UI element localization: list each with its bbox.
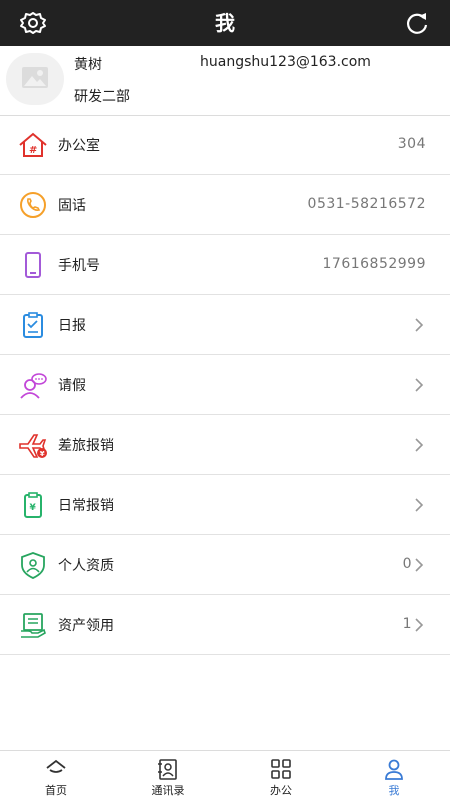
menu-label: 资产领用 (58, 618, 114, 634)
menu-item-qualification[interactable]: 个人资质 0 (0, 536, 450, 595)
office-icon: # (19, 132, 47, 157)
office-apps-icon (271, 759, 291, 779)
menu-value: 1 (402, 616, 412, 632)
svg-text:¥: ¥ (40, 450, 45, 458)
chevron-right-icon (415, 558, 424, 572)
menu-label: 差旅报销 (58, 438, 114, 454)
menu-item-daily-report[interactable]: 日报 (0, 296, 450, 355)
menu-value: 17616852999 (322, 256, 426, 272)
menu-label: 固话 (58, 198, 86, 214)
chevron-right-icon (415, 438, 424, 452)
tab-label: 首页 (45, 784, 67, 797)
menu-value: 304 (397, 136, 426, 152)
page-title: 我 (215, 11, 235, 35)
tab-home[interactable]: 首页 (0, 751, 112, 800)
mobile-icon (25, 252, 41, 278)
daily-report-icon (23, 312, 43, 338)
menu-item-asset[interactable]: 资产领用 1 (0, 596, 450, 655)
chevron-right-icon (415, 318, 424, 332)
contacts-icon (158, 759, 177, 780)
chevron-right-icon (415, 378, 424, 392)
menu-label: 手机号 (58, 258, 100, 274)
travel-expense-icon: ¥ (19, 434, 47, 458)
tab-office[interactable]: 办公 (225, 751, 337, 800)
menu-item-office[interactable]: # 办公室 304 (0, 116, 450, 175)
user-name: 黄树 (74, 57, 102, 73)
menu-item-mobile[interactable]: 手机号 17616852999 (0, 236, 450, 295)
chevron-right-icon (415, 498, 424, 512)
home-icon (46, 759, 66, 773)
menu-label: 个人资质 (58, 558, 114, 574)
menu-item-landline[interactable]: 固话 0531-58216572 (0, 176, 450, 235)
profile-icon (385, 759, 403, 780)
refresh-icon[interactable] (402, 10, 432, 36)
tab-me[interactable]: 我 (338, 751, 450, 800)
menu-item-leave[interactable]: 请假 (0, 356, 450, 415)
user-department: 研发二部 (74, 89, 130, 105)
tab-contacts[interactable]: 通讯录 (112, 751, 224, 800)
menu-label: 办公室 (58, 138, 100, 154)
bottom-tab-bar: 首页 通讯录 办公 我 (0, 750, 450, 800)
menu-item-daily-expense[interactable]: ¥ 日常报销 (0, 476, 450, 535)
qualification-icon (21, 552, 45, 579)
top-bar: 我 (0, 0, 450, 46)
svg-text:#: # (29, 145, 37, 156)
svg-text:¥: ¥ (30, 503, 37, 513)
asset-icon (21, 613, 46, 638)
tab-label: 办公 (270, 784, 292, 797)
user-email: huangshu123@163.com (200, 54, 371, 70)
tab-label: 我 (388, 784, 400, 797)
profile-card[interactable]: 黄树 研发二部 huangshu123@163.com (0, 46, 450, 116)
menu-value: 0531-58216572 (307, 196, 426, 212)
phone-icon (20, 192, 46, 218)
image-placeholder-icon (22, 67, 48, 88)
daily-expense-icon: ¥ (24, 492, 42, 518)
tab-label: 通讯录 (151, 784, 185, 797)
leave-icon (20, 373, 47, 399)
menu-label: 日报 (58, 318, 86, 334)
menu-item-travel-expense[interactable]: ¥ 差旅报销 (0, 416, 450, 475)
menu-value: 0 (402, 556, 412, 572)
avatar (6, 53, 64, 105)
menu-label: 请假 (58, 378, 86, 394)
menu-label: 日常报销 (58, 498, 114, 514)
chevron-right-icon (415, 618, 424, 632)
